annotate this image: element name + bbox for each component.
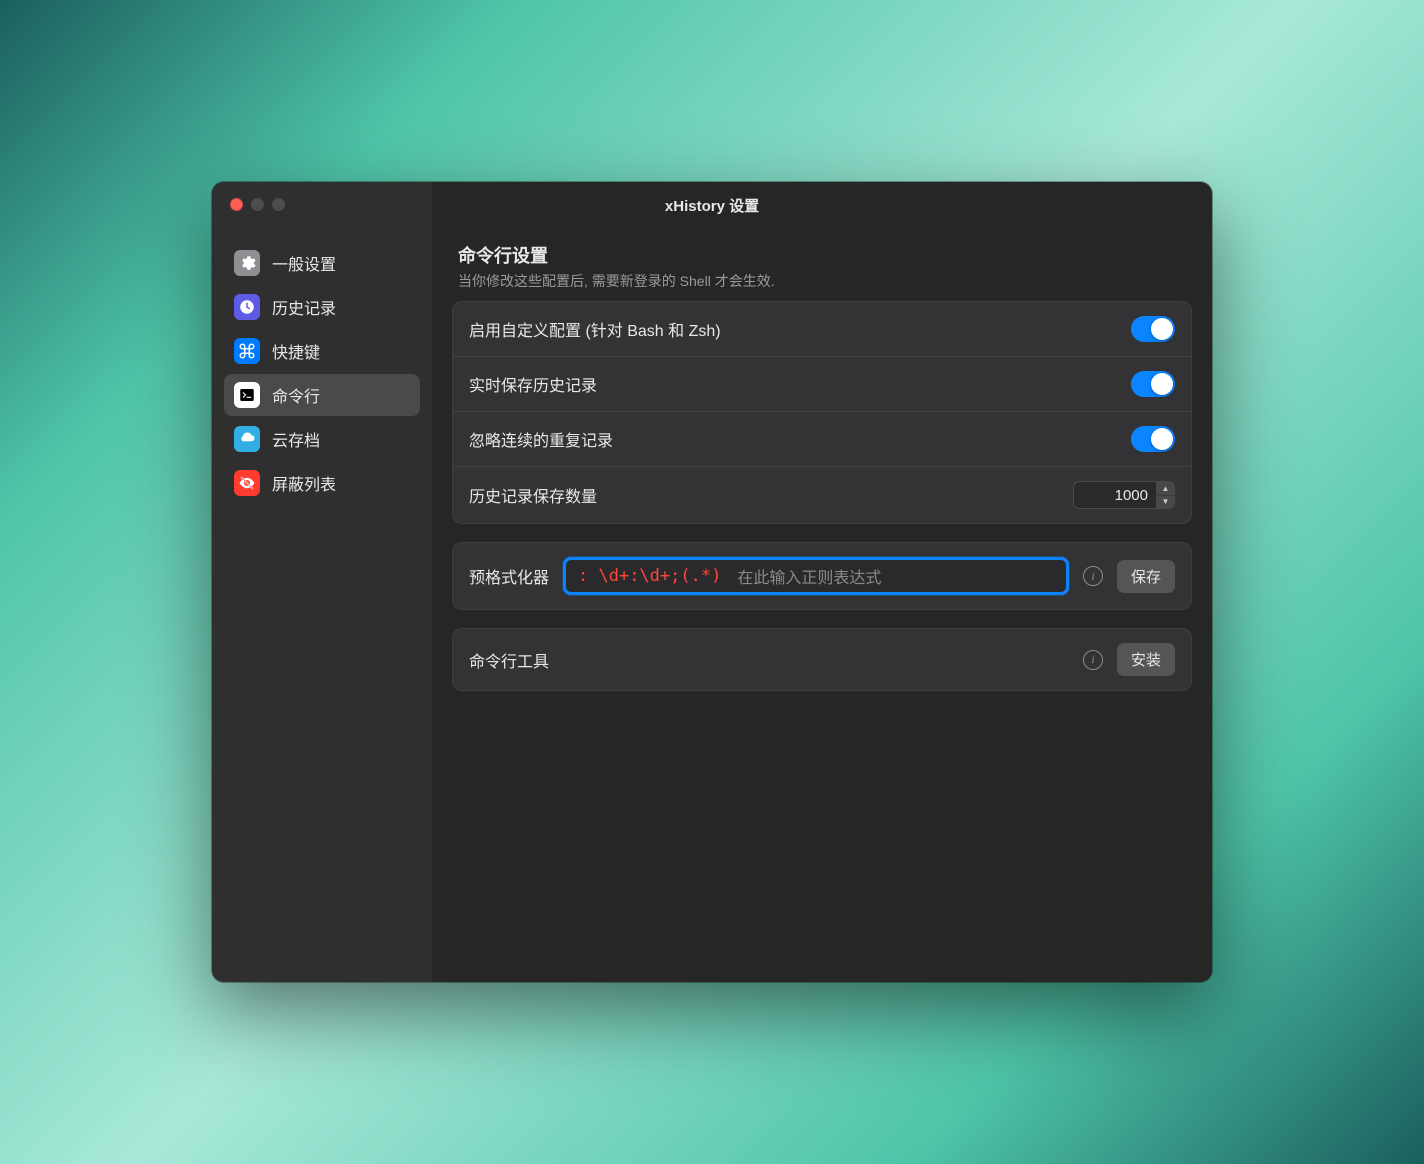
sidebar-item-label: 历史记录 [272,295,336,319]
close-button[interactable] [230,198,243,211]
sidebar-item-history[interactable]: 历史记录 [224,286,420,328]
info-icon[interactable]: i [1083,650,1103,670]
window-title: xHistory 设置 [665,195,759,216]
install-button[interactable]: 安装 [1117,643,1175,676]
sidebar-item-label: 一般设置 [272,251,336,275]
history-count-label: 历史记录保存数量 [469,483,597,507]
ignore-duplicates-toggle[interactable] [1131,426,1175,452]
minimize-button[interactable] [251,198,264,211]
preformatter-placeholder: 在此输入正则表达式 [737,564,881,588]
traffic-lights [230,198,285,211]
row-cli-tool: 命令行工具 i 安装 [453,629,1191,690]
preformatter-regex-value: : \d+:\d+;(.*) [578,566,721,586]
save-button[interactable]: 保存 [1117,560,1175,593]
cloud-icon [234,426,260,452]
sidebar: 一般设置 历史记录 快捷键 命令行 云存档 [212,182,432,982]
stepper-up-icon[interactable]: ▲ [1157,482,1174,496]
eye-slash-icon [234,470,260,496]
sidebar-item-blocklist[interactable]: 屏蔽列表 [224,462,420,504]
section-title: 命令行设置 [458,242,1186,268]
terminal-icon [234,382,260,408]
settings-panel-preformatter: 预格式化器 : \d+:\d+;(.*) 在此输入正则表达式 i 保存 [452,542,1192,610]
sidebar-item-label: 屏蔽列表 [272,471,336,495]
sidebar-item-label: 快捷键 [272,339,320,363]
row-preformatter: 预格式化器 : \d+:\d+;(.*) 在此输入正则表达式 i 保存 [453,543,1191,609]
enable-custom-label: 启用自定义配置 (针对 Bash 和 Zsh) [469,317,721,341]
preformatter-label: 预格式化器 [469,564,549,588]
settings-panel-main: 启用自定义配置 (针对 Bash 和 Zsh) 实时保存历史记录 忽略连续的重复… [452,301,1192,524]
clock-icon [234,294,260,320]
realtime-save-label: 实时保存历史记录 [469,372,597,396]
cli-tool-label: 命令行工具 [469,648,1069,672]
titlebar: xHistory 设置 [212,182,1212,228]
ignore-duplicates-label: 忽略连续的重复记录 [469,427,613,451]
realtime-save-toggle[interactable] [1131,371,1175,397]
history-count-input[interactable] [1073,481,1157,509]
section-header: 命令行设置 当你修改这些配置后, 需要新登录的 Shell 才会生效. [452,242,1192,301]
settings-panel-cli-tool: 命令行工具 i 安装 [452,628,1192,691]
section-subtitle: 当你修改这些配置后, 需要新登录的 Shell 才会生效. [458,271,1186,291]
history-count-stepper: ▲ ▼ [1073,481,1175,509]
info-icon[interactable]: i [1083,566,1103,586]
content-area: 命令行设置 当你修改这些配置后, 需要新登录的 Shell 才会生效. 启用自定… [432,182,1212,982]
sidebar-item-commandline[interactable]: 命令行 [224,374,420,416]
enable-custom-toggle[interactable] [1131,316,1175,342]
sidebar-item-label: 命令行 [272,383,320,407]
row-realtime-save: 实时保存历史记录 [453,357,1191,412]
maximize-button[interactable] [272,198,285,211]
stepper-down-icon[interactable]: ▼ [1157,496,1174,509]
preformatter-input[interactable]: : \d+:\d+;(.*) 在此输入正则表达式 [563,557,1069,595]
settings-window: xHistory 设置 一般设置 历史记录 快捷键 命令行 [212,182,1212,982]
gear-icon [234,250,260,276]
command-icon [234,338,260,364]
row-history-count: 历史记录保存数量 ▲ ▼ [453,467,1191,523]
sidebar-item-general[interactable]: 一般设置 [224,242,420,284]
row-enable-custom: 启用自定义配置 (针对 Bash 和 Zsh) [453,302,1191,357]
sidebar-item-label: 云存档 [272,427,320,451]
row-ignore-duplicates: 忽略连续的重复记录 [453,412,1191,467]
stepper-buttons: ▲ ▼ [1157,481,1175,509]
sidebar-item-cloud[interactable]: 云存档 [224,418,420,460]
sidebar-item-shortcuts[interactable]: 快捷键 [224,330,420,372]
